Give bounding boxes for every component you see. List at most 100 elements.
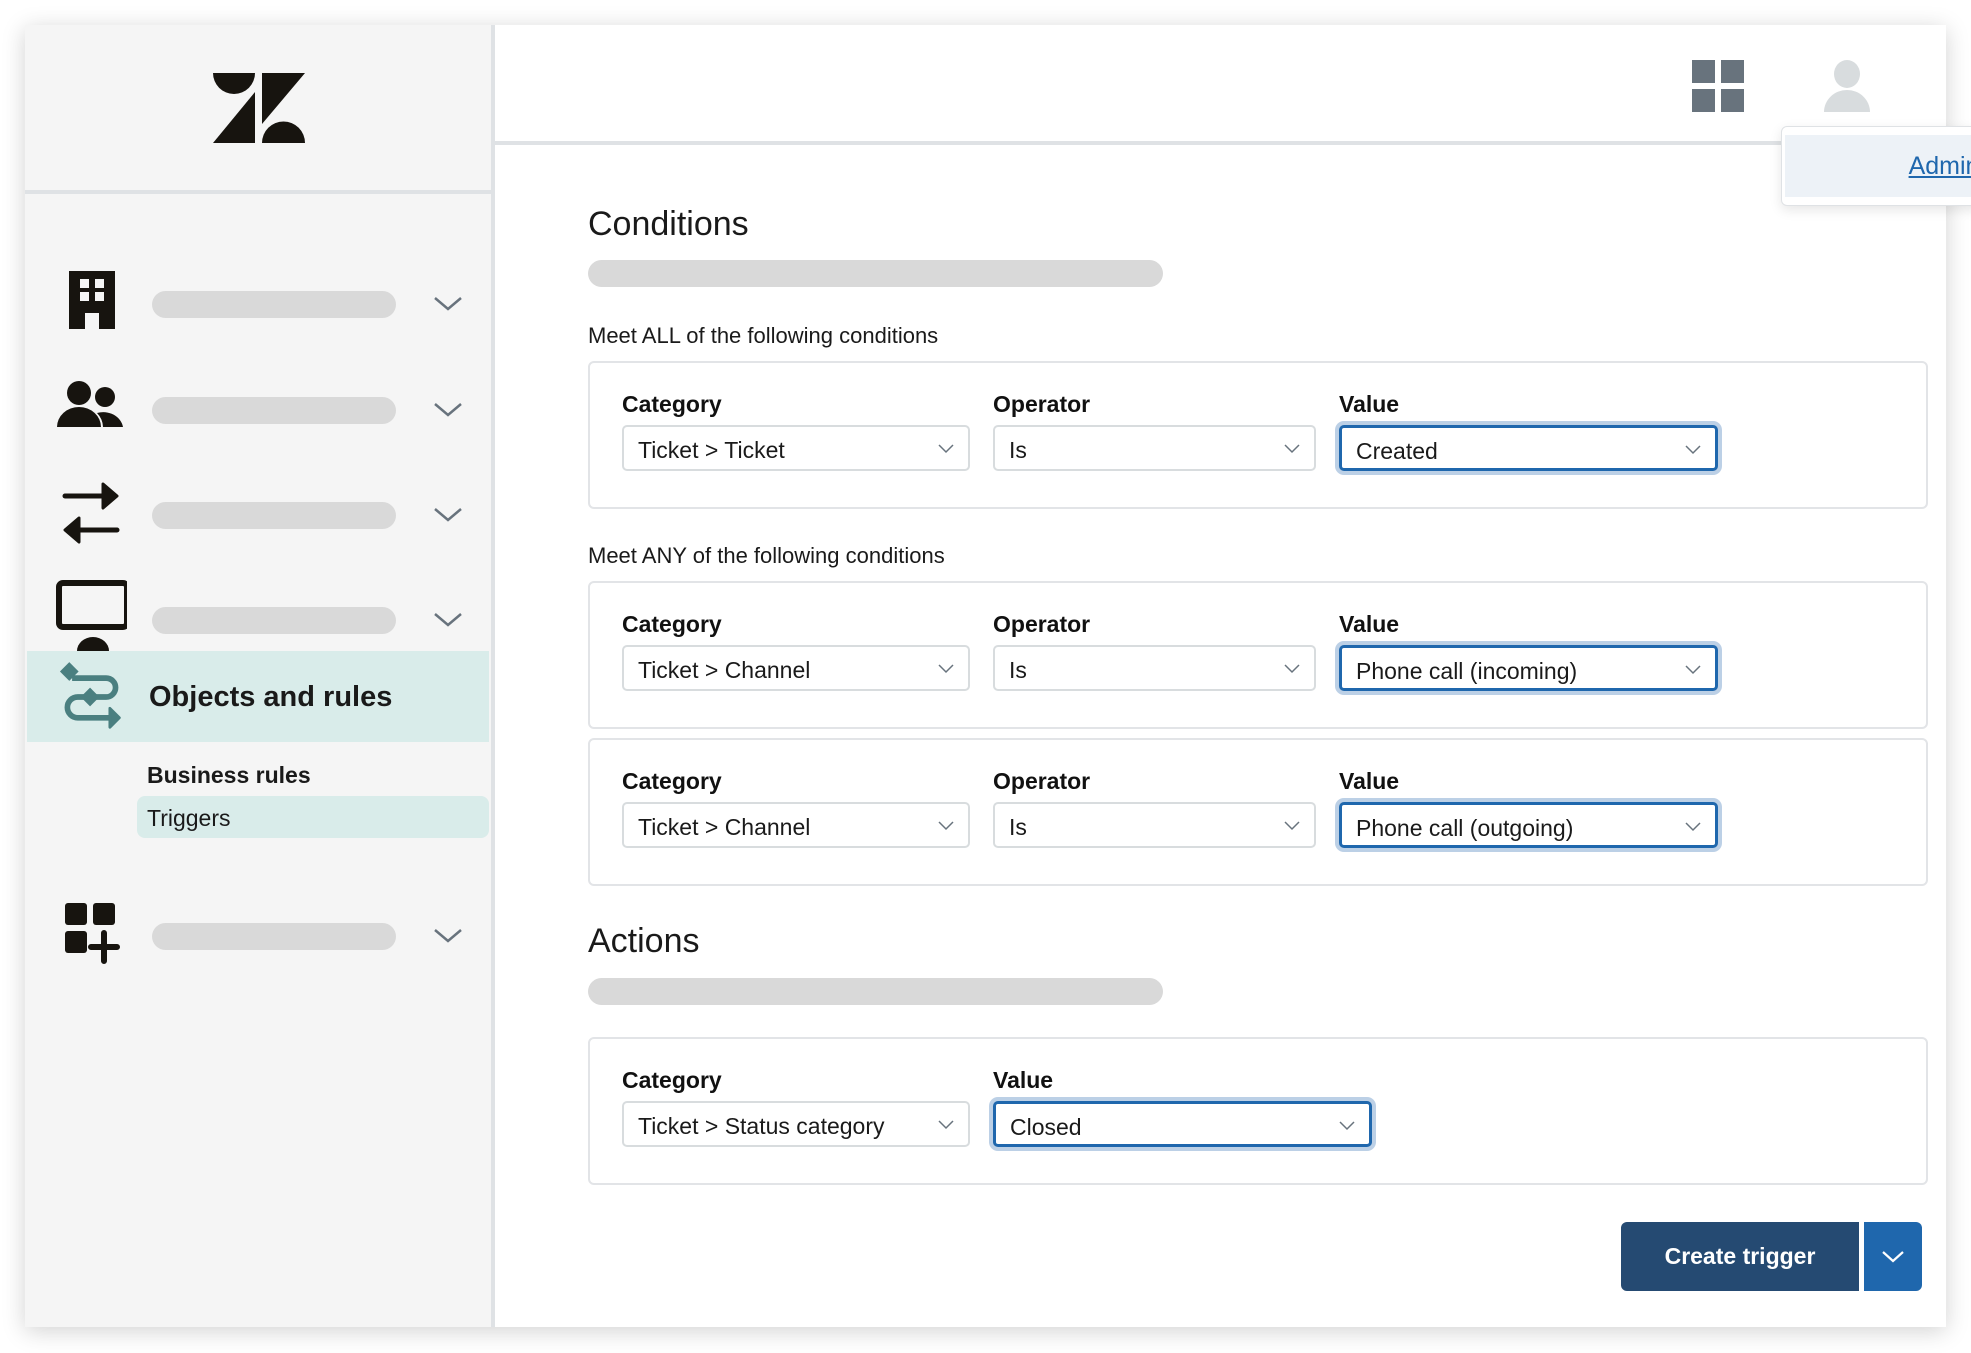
category-field: Category Ticket > Channel xyxy=(622,768,970,848)
chevron-down-icon[interactable] xyxy=(433,401,463,419)
chevron-down-icon[interactable] xyxy=(433,927,463,945)
apps-add-icon xyxy=(65,903,120,964)
building-icon xyxy=(69,271,115,329)
operator-value: Is xyxy=(1009,437,1027,463)
category-label: Category xyxy=(622,391,722,417)
chevron-down-icon xyxy=(1284,821,1300,831)
category-value: Ticket > Status category xyxy=(638,1113,885,1139)
value-value: Phone call (incoming) xyxy=(1356,658,1578,684)
value-select[interactable]: Phone call (incoming) xyxy=(1339,645,1718,691)
value-label: Value xyxy=(1339,611,1400,637)
operator-value: Is xyxy=(1009,657,1027,683)
condition-row: Category Ticket > Channel Operator Is Va… xyxy=(588,738,1928,886)
sidebar-item-people[interactable] xyxy=(25,367,491,447)
chevron-down-icon xyxy=(1284,444,1300,454)
category-label: Category xyxy=(622,768,722,794)
operator-label: Operator xyxy=(993,391,1091,417)
value-select[interactable]: Closed xyxy=(993,1101,1372,1147)
sidebar-item-label-placeholder xyxy=(152,397,396,424)
zendesk-logo-icon xyxy=(213,73,305,143)
chevron-down-icon xyxy=(1339,1121,1355,1131)
category-field: Category Ticket > Channel xyxy=(622,611,970,691)
admin-center-popup: Admin Center xyxy=(1781,126,1971,206)
all-conditions-label: Meet ALL of the following conditions xyxy=(588,323,939,348)
operator-field: Operator Is xyxy=(993,611,1316,691)
top-bar xyxy=(495,25,1946,145)
actions-description-placeholder xyxy=(588,978,1163,1005)
app-window: Objects and rules Business rules Trigger… xyxy=(25,25,1971,1327)
category-select[interactable]: Ticket > Ticket xyxy=(622,425,970,471)
value-label: Value xyxy=(993,1067,1054,1093)
objects-rules-icon xyxy=(59,662,121,729)
actions-heading: Actions xyxy=(588,922,700,960)
admin-center-link[interactable]: Admin Center xyxy=(1909,152,1971,181)
value-field: Value Created xyxy=(1339,391,1718,471)
chevron-down-icon xyxy=(938,821,954,831)
value-field: Value Phone call (incoming) xyxy=(1339,611,1718,691)
operator-select[interactable]: Is xyxy=(993,645,1316,691)
logo-area xyxy=(25,25,491,194)
condition-row: Category Ticket > Channel Operator Is Va… xyxy=(588,581,1928,729)
condition-row: Category Ticket > Ticket Operator Is Val… xyxy=(588,361,1928,509)
admin-center-menu-item[interactable]: Admin Center xyxy=(1785,135,1971,197)
value-value: Closed xyxy=(1010,1114,1082,1140)
sidebar-item-apps[interactable] xyxy=(25,893,491,973)
sidebar-subitem-label: Triggers xyxy=(147,805,231,831)
value-field: Value Closed xyxy=(993,1067,1372,1147)
sidebar-subitem-label: Business rules xyxy=(147,762,311,788)
chevron-down-icon xyxy=(938,664,954,674)
category-select[interactable]: Ticket > Channel xyxy=(622,645,970,691)
user-avatar-icon[interactable] xyxy=(1824,60,1870,112)
category-value: Ticket > Channel xyxy=(638,657,811,683)
sidebar-subitem-business-rules[interactable]: Business rules xyxy=(137,753,489,795)
operator-select[interactable]: Is xyxy=(993,425,1316,471)
chevron-down-icon xyxy=(1685,445,1701,455)
sidebar-item-label: Objects and rules xyxy=(149,681,393,713)
chevron-down-icon xyxy=(938,444,954,454)
operator-value: Is xyxy=(1009,814,1027,840)
operator-select[interactable]: Is xyxy=(993,802,1316,848)
chevron-down-icon[interactable] xyxy=(433,295,463,313)
category-value: Ticket > Channel xyxy=(638,814,811,840)
sidebar-item-objects-and-rules[interactable]: Objects and rules xyxy=(27,651,489,742)
value-label: Value xyxy=(1339,768,1400,794)
category-field: Category Ticket > Ticket xyxy=(622,391,970,471)
chevron-down-icon xyxy=(1284,664,1300,674)
create-trigger-button[interactable]: Create trigger xyxy=(1621,1222,1859,1291)
value-select[interactable]: Phone call (outgoing) xyxy=(1339,802,1718,848)
conditions-heading: Conditions xyxy=(588,205,749,243)
category-select[interactable]: Ticket > Channel xyxy=(622,802,970,848)
value-value: Created xyxy=(1356,438,1438,464)
create-options-dropdown-button[interactable] xyxy=(1864,1222,1922,1291)
category-value: Ticket > Ticket xyxy=(638,437,785,463)
chevron-down-icon xyxy=(938,1120,954,1130)
sidebar-item-label-placeholder xyxy=(152,502,396,529)
users-icon xyxy=(57,381,123,427)
action-row: Category Ticket > Status category Value … xyxy=(588,1037,1928,1185)
operator-field: Operator Is xyxy=(993,391,1316,471)
operator-label: Operator xyxy=(993,611,1091,637)
conditions-description-placeholder xyxy=(588,260,1163,287)
monitor-icon xyxy=(56,580,127,651)
grid-icon[interactable] xyxy=(1692,60,1744,112)
category-label: Category xyxy=(622,1067,722,1093)
sidebar: Objects and rules Business rules Trigger… xyxy=(25,25,495,1327)
operator-field: Operator Is xyxy=(993,768,1316,848)
any-conditions-label: Meet ANY of the following conditions xyxy=(588,543,945,568)
sidebar-item-label-placeholder xyxy=(152,291,396,318)
value-value: Phone call (outgoing) xyxy=(1356,815,1574,841)
sidebar-subitem-triggers[interactable]: Triggers xyxy=(137,796,489,838)
sidebar-item-organization[interactable] xyxy=(25,261,491,341)
sidebar-item-workspaces[interactable] xyxy=(25,577,491,657)
sidebar-item-label-placeholder xyxy=(152,923,396,950)
value-select[interactable]: Created xyxy=(1339,425,1718,471)
chevron-down-icon xyxy=(1685,822,1701,832)
sidebar-item-label-placeholder xyxy=(152,607,396,634)
category-select[interactable]: Ticket > Status category xyxy=(622,1101,970,1147)
chevron-down-icon[interactable] xyxy=(433,506,463,524)
sidebar-item-channels[interactable] xyxy=(25,472,491,552)
transfer-arrows-icon xyxy=(62,482,120,544)
category-field: Category Ticket > Status category xyxy=(622,1067,970,1147)
chevron-down-icon[interactable] xyxy=(433,611,463,629)
chevron-down-icon xyxy=(1685,665,1701,675)
